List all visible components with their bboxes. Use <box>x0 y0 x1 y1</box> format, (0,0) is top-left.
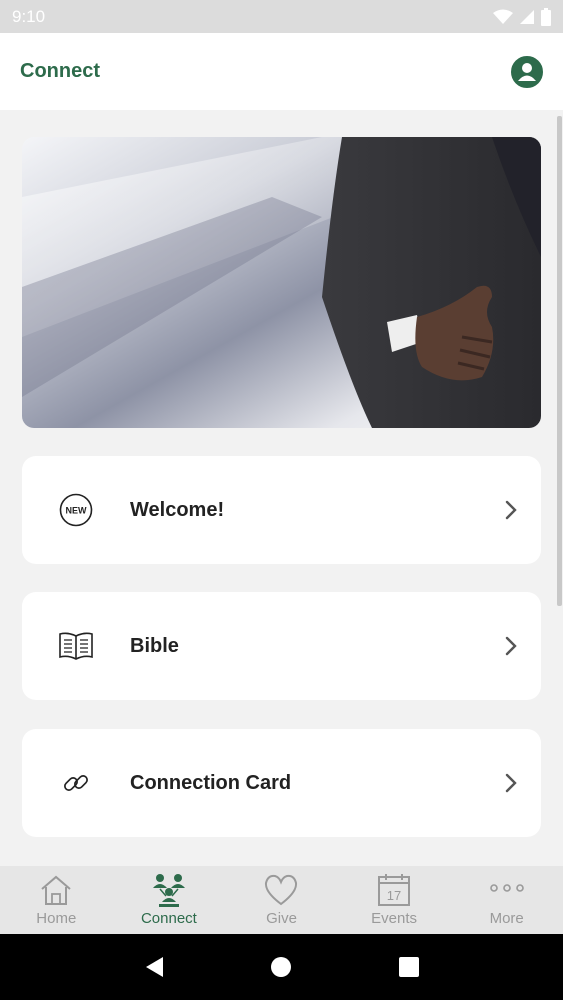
bible-label: Bible <box>130 634 179 657</box>
signal-icon <box>520 9 534 24</box>
connection-card-card[interactable]: Connection Card <box>22 729 541 837</box>
nav-home[interactable]: Home <box>0 866 113 934</box>
nav-connect-label: Connect <box>140 910 197 927</box>
page-title: Connect <box>20 60 100 82</box>
nav-give[interactable]: Give <box>225 866 338 934</box>
svg-text:NEW: NEW <box>66 506 88 516</box>
open-book-icon <box>22 592 130 700</box>
content-scroll-area[interactable]: NEW Welcome! Bible Connection Card <box>0 110 563 866</box>
wifi-icon <box>493 9 513 24</box>
status-time: 9:10 <box>12 6 46 26</box>
home-circle-icon[interactable] <box>270 956 292 978</box>
chevron-right-icon <box>481 729 541 837</box>
new-badge-icon: NEW <box>22 456 130 564</box>
people-icon <box>152 874 185 907</box>
profile-icon[interactable] <box>511 55 543 88</box>
handshake-image <box>22 137 541 428</box>
back-icon[interactable] <box>143 955 165 979</box>
welcome-label: Welcome! <box>130 498 225 521</box>
scrollbar[interactable] <box>557 116 562 606</box>
battery-icon <box>541 7 551 26</box>
nav-more[interactable]: More <box>450 866 563 934</box>
calendar-icon: 17 <box>378 874 411 906</box>
more-dots-icon <box>489 884 524 892</box>
app-bar: Connect <box>0 33 563 110</box>
nav-connect[interactable]: Connect <box>113 866 226 934</box>
home-icon <box>41 875 71 905</box>
bottom-nav: Home Connect Give 17 Events More <box>0 866 563 934</box>
nav-events[interactable]: 17 Events <box>338 866 451 934</box>
nav-events-label: Events <box>371 910 417 927</box>
nav-more-label: More <box>489 910 524 927</box>
link-icon <box>22 729 130 837</box>
system-nav-bar <box>0 934 563 1000</box>
svg-text:17: 17 <box>387 888 401 903</box>
welcome-card[interactable]: NEW Welcome! <box>22 456 541 564</box>
bible-card[interactable]: Bible <box>22 592 541 700</box>
chevron-right-icon <box>481 456 541 564</box>
hero-image <box>22 137 541 428</box>
nav-home-label: Home <box>36 910 77 927</box>
status-icons <box>493 7 551 26</box>
chevron-right-icon <box>481 592 541 700</box>
recents-icon[interactable] <box>398 956 420 978</box>
status-bar: 9:10 <box>0 0 563 33</box>
connection-card-label: Connection Card <box>130 771 292 794</box>
nav-give-label: Give <box>266 910 297 927</box>
heart-icon <box>265 874 298 906</box>
